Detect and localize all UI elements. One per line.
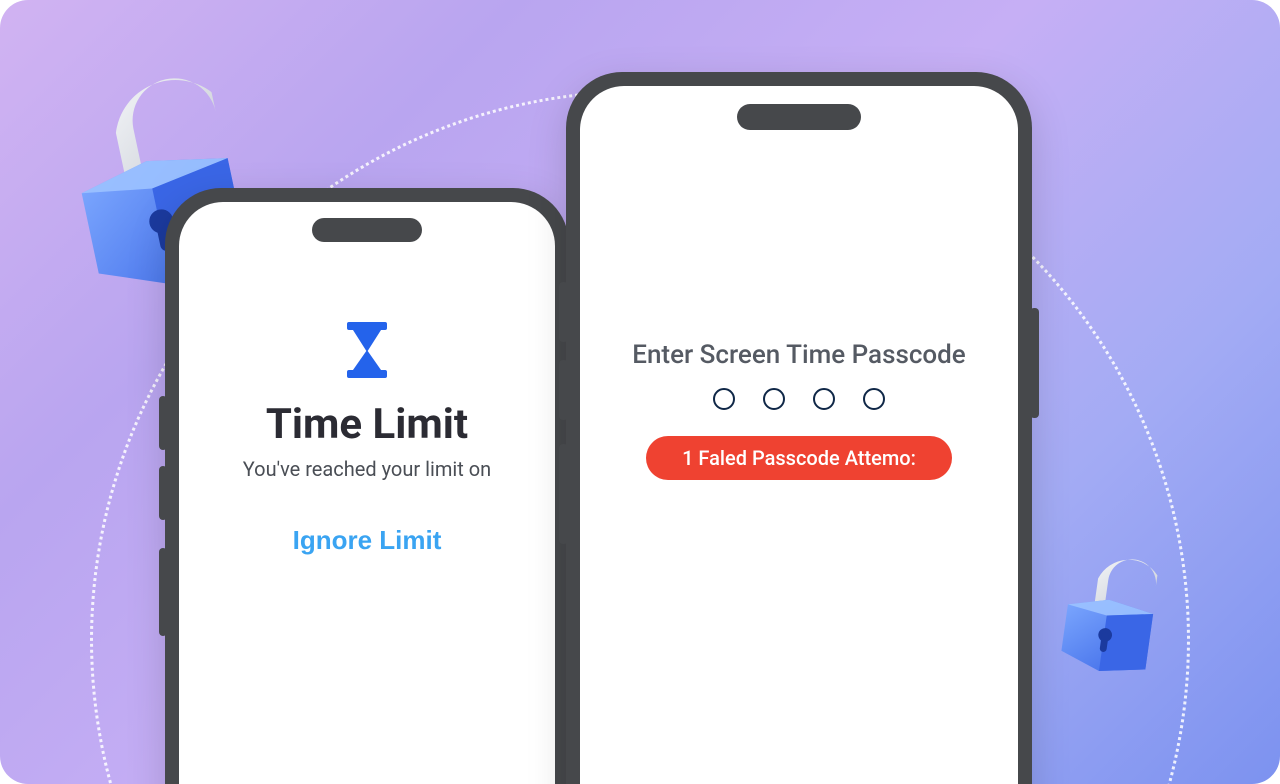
- passcode-dot[interactable]: [813, 388, 835, 410]
- passcode-dot[interactable]: [713, 388, 735, 410]
- phone-mock-left: Time Limit You've reached your limit on …: [165, 188, 569, 784]
- phone-mock-right: Enter Screen Time Passcode 1 Faled Passc…: [566, 72, 1032, 784]
- phone-side-button: [159, 396, 167, 450]
- passcode-dot[interactable]: [763, 388, 785, 410]
- phone-side-button: [559, 444, 568, 544]
- ignore-limit-button[interactable]: Ignore Limit: [293, 525, 442, 556]
- phone-left-screen: Time Limit You've reached your limit on …: [179, 202, 555, 784]
- promo-canvas: Time Limit You've reached your limit on …: [0, 0, 1280, 784]
- unlocked-padlock-icon: [1055, 540, 1194, 699]
- phone-side-button: [159, 548, 167, 636]
- failed-attempt-badge: 1 Faled Passcode Attemo:: [646, 436, 952, 480]
- passcode-dots: [713, 388, 885, 410]
- passcode-prompt-title: Enter Screen Time Passcode: [632, 340, 966, 370]
- phone-right-screen: Enter Screen Time Passcode 1 Faled Passc…: [580, 86, 1018, 784]
- phone-notch: [312, 218, 422, 242]
- phone-side-button: [559, 360, 568, 420]
- phone-side-button: [1030, 308, 1039, 418]
- hourglass-icon: [343, 322, 391, 382]
- time-limit-subtitle: You've reached your limit on: [243, 457, 491, 481]
- phone-side-button: [159, 466, 167, 520]
- passcode-dot[interactable]: [863, 388, 885, 410]
- phone-side-button: [559, 282, 568, 342]
- time-limit-title: Time Limit: [266, 400, 468, 449]
- phone-notch: [737, 104, 861, 130]
